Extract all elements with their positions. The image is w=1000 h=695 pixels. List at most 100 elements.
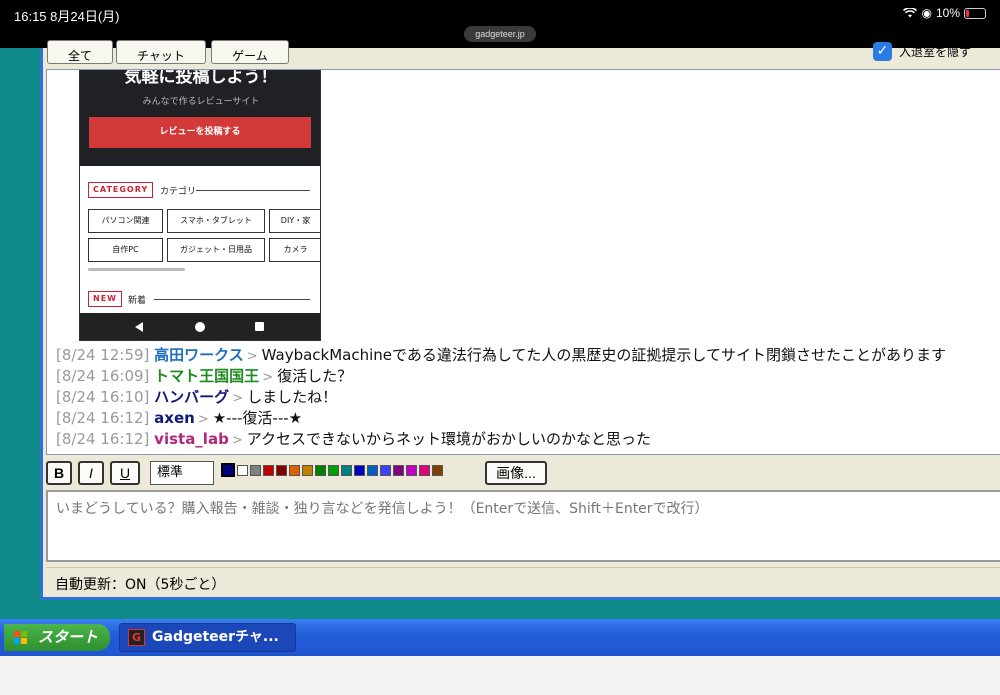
footer-divider [46, 567, 1000, 568]
message-separator: > [231, 433, 243, 448]
underline-button[interactable]: U [110, 461, 140, 485]
message-separator: > [262, 370, 274, 385]
battery-icon [964, 7, 986, 19]
message-list: [8/24 12:59] 高田ワークス > WaybackMachineである違法行… [56, 345, 1000, 450]
message-author[interactable]: vista_lab [154, 430, 229, 448]
message-separator: > [232, 391, 244, 406]
screenshot-scroll-indicator [88, 268, 185, 271]
divider [196, 190, 310, 191]
screenshot-category-button: 自作PC [88, 238, 163, 262]
chat-window: 全て チャット ゲーム ✓ 入退室を隠す 気軽に投稿しよう！ みんなで作るレビュ… [40, 40, 1000, 600]
color-swatch[interactable] [393, 465, 404, 476]
orientation-lock-icon: ◉ [921, 6, 932, 20]
back-icon [135, 322, 143, 332]
screenshot-post-button: レビューを投稿する [89, 117, 311, 148]
screenshot-hero-title: 気軽に投稿しよう！ [124, 70, 278, 87]
color-swatch[interactable] [237, 465, 248, 476]
wifi-icon [903, 8, 918, 18]
color-swatch[interactable] [276, 465, 287, 476]
message-input-box [46, 490, 1000, 562]
screenshot-hero: 気軽に投稿しよう！ みんなで作るレビューサイト レビューを投稿する [80, 70, 320, 166]
chat-message: [8/24 12:59] 高田ワークス > WaybackMachineである違法行… [56, 345, 1000, 366]
windows-logo-icon [14, 631, 28, 645]
color-swatch[interactable] [289, 465, 300, 476]
message-separator: > [197, 412, 209, 427]
chat-message: [8/24 16:12] axen > ★---復活---★ [56, 408, 1000, 429]
message-author[interactable]: 高田ワークス [154, 346, 244, 364]
color-swatch[interactable] [328, 465, 339, 476]
color-swatch[interactable] [432, 465, 443, 476]
message-timestamp: [8/24 16:09] [56, 367, 150, 385]
color-swatch[interactable] [250, 465, 261, 476]
divider [154, 299, 310, 300]
message-text: しましたね！ [247, 388, 338, 406]
status-time: 16:15 8月24日(月) [14, 9, 120, 24]
color-swatch[interactable] [367, 465, 378, 476]
image-button[interactable]: 画像... [485, 461, 547, 485]
screenshot-new-tag: NEW [88, 291, 122, 307]
screenshot-category-label: カテゴリ [160, 187, 197, 197]
message-separator: > [246, 349, 258, 364]
tab-chat[interactable]: チャット [116, 40, 206, 64]
bold-button[interactable]: B [46, 461, 72, 485]
tab-strip: 全て チャット ゲーム ✓ 入退室を隠す [43, 40, 1000, 68]
color-swatch[interactable] [380, 465, 391, 476]
message-text: アクセスできないからネット環境がおかしいのかなと思った [246, 430, 651, 448]
tab-game[interactable]: ゲーム [211, 40, 289, 64]
address-url[interactable]: gadgeteer.jp [464, 26, 536, 42]
auto-update-status[interactable]: 自動更新：ON（5秒ごと） [55, 574, 225, 594]
italic-button[interactable]: I [78, 461, 104, 485]
message-text: ★---復活---★ [212, 409, 303, 427]
taskbar-item-gadgeteer[interactable]: G Gadgeteerチャ... [119, 623, 296, 652]
screenshot-category-tag: CATEGORY [88, 182, 154, 198]
taskbar-item-label: Gadgeteerチャ... [152, 629, 279, 645]
color-swatch[interactable] [221, 463, 235, 477]
screenshot-category-button: スマホ・タブレット [167, 209, 265, 233]
color-swatch[interactable] [406, 465, 417, 476]
message-timestamp: [8/24 16:10] [56, 388, 150, 406]
chat-message: [8/24 16:10] ハンバーグ > しましたね！ [56, 387, 1000, 408]
message-text: WaybackMachineである違法行為してた人の黒歴史の証拠提示してサイト閉… [261, 346, 946, 364]
recent-apps-icon [255, 322, 264, 331]
battery-percent: 10% [935, 6, 960, 20]
status-right: ◉ 10% [903, 6, 986, 20]
message-timestamp: [8/24 16:12] [56, 430, 150, 448]
taskbar: スタート G Gadgeteerチャ... [0, 619, 1000, 656]
gadgeteer-app-icon: G [128, 629, 145, 646]
color-swatch[interactable] [354, 465, 365, 476]
message-input[interactable] [48, 492, 1000, 560]
color-swatch[interactable] [263, 465, 274, 476]
color-palette [221, 463, 445, 477]
chat-log[interactable]: 気軽に投稿しよう！ みんなで作るレビューサイト レビューを投稿する CATEGO… [46, 69, 1000, 455]
message-author[interactable]: ハンバーグ [154, 388, 229, 406]
color-swatch[interactable] [302, 465, 313, 476]
bottom-margin [0, 656, 1000, 695]
window-body: 全て チャット ゲーム ✓ 入退室を隠す 気軽に投稿しよう！ みんなで作るレビュ… [43, 40, 1000, 597]
hide-entry-label: 入退室を隠す [899, 45, 972, 59]
screenshot-nav-bar [80, 313, 320, 340]
screenshot-category-button: ガジェット・日用品 [167, 238, 265, 262]
message-author[interactable]: トマト王国国王 [154, 367, 259, 385]
start-label: スタート [38, 628, 99, 646]
message-text: 復活した？ [277, 367, 353, 385]
chat-message: [8/24 16:12] vista_lab > アクセスできないからネット環境がお… [56, 429, 1000, 450]
color-swatch[interactable] [341, 465, 352, 476]
color-swatch[interactable] [419, 465, 430, 476]
screenshot-category-button: カメラ [269, 238, 320, 262]
color-swatch[interactable] [315, 465, 326, 476]
start-button[interactable]: スタート [4, 624, 110, 651]
screenshot-new-label: 新着 [128, 296, 147, 306]
font-size-select[interactable]: 標準 [150, 461, 214, 485]
message-author[interactable]: axen [154, 409, 195, 427]
chat-message: [8/24 16:09] トマト王国国王 > 復活した？ [56, 366, 1000, 387]
tab-all[interactable]: 全て [47, 40, 113, 64]
screenshot-hero-subtitle: みんなで作るレビューサイト [142, 97, 260, 107]
message-timestamp: [8/24 16:12] [56, 409, 150, 427]
home-icon [195, 322, 205, 332]
posted-screenshot-image[interactable]: 気軽に投稿しよう！ みんなで作るレビューサイト レビューを投稿する CATEGO… [79, 70, 321, 341]
screenshot-category-button: DIY・家 [269, 209, 320, 233]
hide-entry-checkbox[interactable]: ✓ [873, 42, 892, 61]
format-toolbar: B I U 標準 画像... [46, 460, 1000, 486]
screenshot-category-button: パソコン関連 [88, 209, 163, 233]
message-timestamp: [8/24 12:59] [56, 346, 150, 364]
